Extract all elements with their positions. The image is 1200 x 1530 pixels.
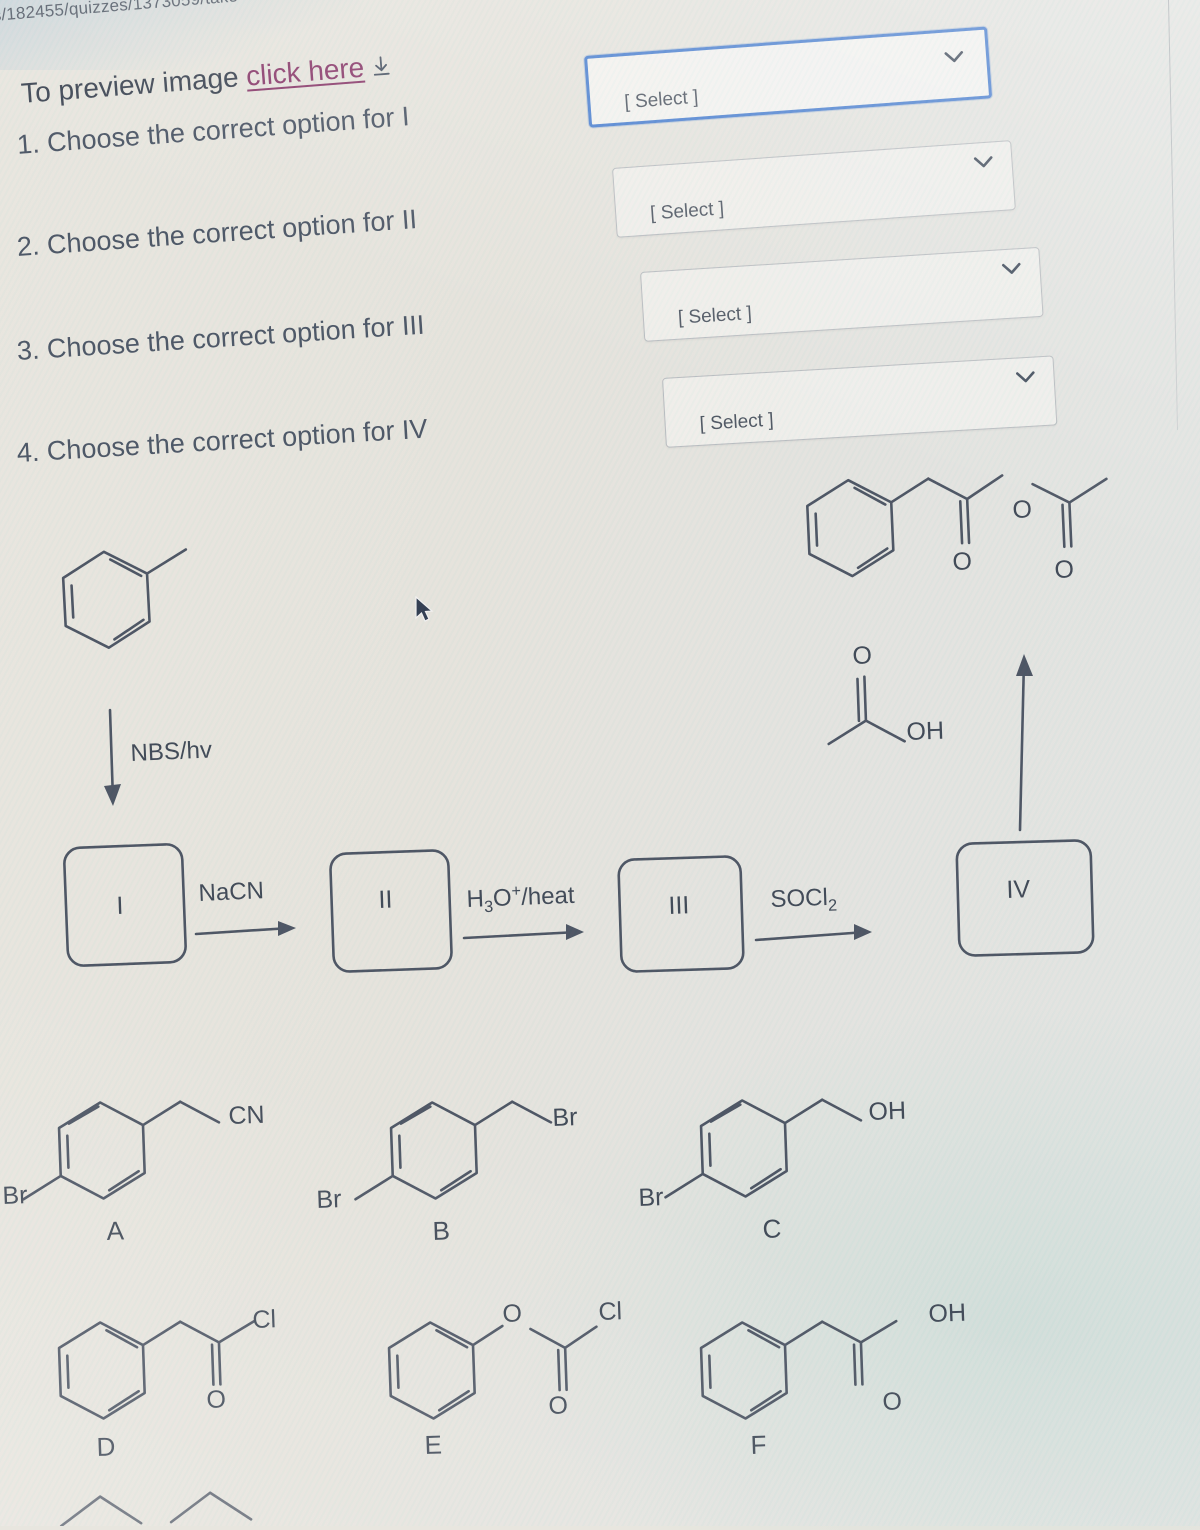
box-iii-label: III (668, 891, 690, 920)
option-d-letter: D (96, 1431, 116, 1462)
option-c-letter: C (762, 1213, 782, 1244)
acetic-acid-o-label: O (852, 641, 873, 670)
option-c-br-label: Br (638, 1183, 664, 1212)
option-f-o-label: O (882, 1387, 903, 1416)
product-carbonyl-o-left-label: O (952, 547, 973, 576)
select-option-ii[interactable]: [ Select ] (612, 140, 1016, 238)
question-4-number: 4. (16, 436, 41, 468)
select-option-iv-value: [ Select ] (699, 409, 775, 435)
reagent-nbs-label: NBS/hv (130, 736, 213, 767)
option-d-o-label: O (206, 1385, 227, 1414)
reagent-socl2-label: SOCl2 (770, 883, 838, 915)
question-4: 4. Choose the correct option for IV (16, 414, 428, 469)
box-iv-label: IV (1006, 875, 1031, 904)
select-option-iii[interactable]: [ Select ] (640, 246, 1044, 342)
question-1-text: Choose the correct option for I (45, 101, 411, 158)
option-e-cl-label: Cl (598, 1297, 623, 1326)
acetic-acid-oh-label: OH (906, 716, 945, 746)
question-1: 1. Choose the correct option for I (16, 101, 410, 161)
option-a-br-label: Br (2, 1181, 28, 1210)
question-3-number: 3. (16, 334, 41, 366)
option-e-o-label: O (548, 1391, 569, 1420)
question-2-text: Choose the correct option for II (45, 204, 418, 260)
option-f-letter: F (750, 1429, 767, 1460)
option-a-letter: A (106, 1215, 125, 1246)
option-d-cl-label: Cl (252, 1305, 277, 1334)
chevron-down-icon (973, 152, 994, 168)
click-here-link[interactable]: click here (245, 52, 365, 92)
product-ester-o-label: O (1012, 495, 1033, 524)
quiz-page: s/182455/quizzes/1373059/take To preview… (0, 0, 1200, 1530)
select-option-i-value: [ Select ] (623, 86, 700, 114)
chevron-down-icon (1015, 368, 1036, 383)
select-option-i[interactable]: [ Select ] (584, 26, 993, 128)
option-b-br-left-label: Br (316, 1185, 342, 1214)
question-1-number: 1. (16, 128, 41, 160)
url-bar-text: s/182455/quizzes/1373059/take (0, 0, 239, 25)
page-edge-line (1168, 0, 1179, 430)
reagent-hydronium-label: H3O+/heat (466, 881, 576, 917)
chevron-down-icon (1001, 259, 1022, 274)
moire-tint-bottom (520, 1010, 1200, 1530)
select-option-iii-value: [ Select ] (677, 303, 753, 329)
option-e-ester-o-label: O (502, 1299, 523, 1328)
product-carbonyl-o-right-label: O (1054, 555, 1075, 584)
chevron-down-icon (943, 47, 964, 63)
select-option-ii-value: [ Select ] (649, 198, 725, 225)
option-b-letter: B (432, 1215, 451, 1246)
option-a-cn-label: CN (228, 1100, 266, 1130)
question-3: 3. Choose the correct option for III (16, 310, 425, 367)
option-c-oh-label: OH (868, 1096, 907, 1126)
preview-lead-text: To preview image (20, 61, 240, 109)
reagent-nacn-label: NaCN (198, 877, 265, 907)
option-b-br-right-label: Br (552, 1103, 578, 1132)
question-4-text: Choose the correct option for IV (45, 413, 429, 467)
download-icon[interactable] (370, 53, 392, 76)
question-2-number: 2. (16, 230, 41, 262)
box-i-label: I (116, 891, 124, 920)
option-f-oh-label: OH (928, 1298, 967, 1328)
option-e-letter: E (424, 1429, 443, 1460)
mouse-pointer (414, 595, 440, 626)
question-2: 2. Choose the correct option for II (16, 204, 418, 263)
box-ii-label: II (378, 885, 393, 914)
question-3-text: Choose the correct option for III (45, 309, 426, 364)
select-option-iv[interactable]: [ Select ] (662, 355, 1058, 448)
preview-instruction: To preview image click here (20, 50, 392, 110)
